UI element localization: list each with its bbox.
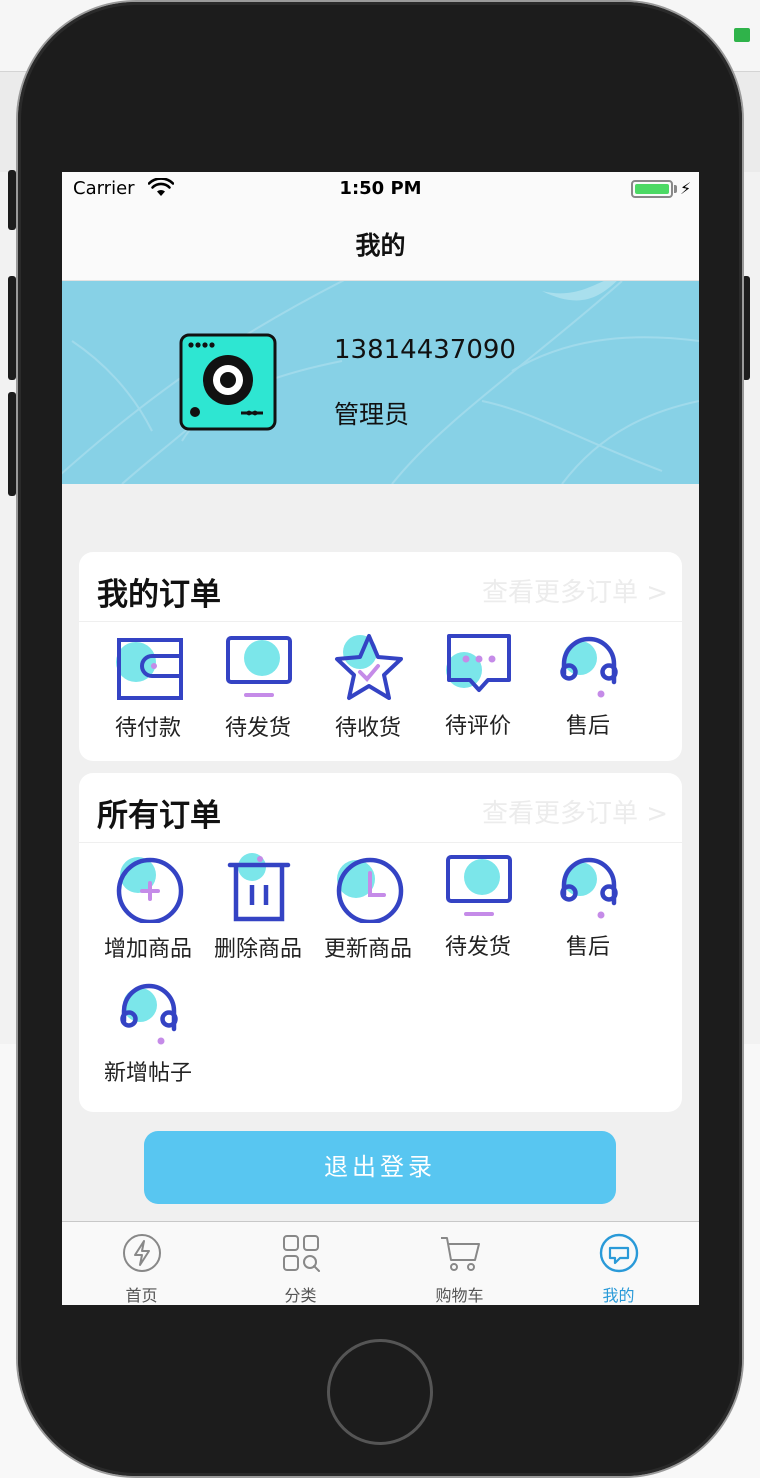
add-product-item[interactable]: 增加商品 (93, 845, 203, 965)
my-orders-card: 我的订单 查看更多订单 > 待付款 待发货 待收货 待评价 售后 (79, 552, 682, 761)
trash-icon (227, 853, 291, 922)
view-more-orders-link[interactable]: 查看更多订单 > (482, 793, 668, 830)
chat-bubble-icon (446, 634, 511, 692)
my-orders-header: 我的订单 查看更多订单 > (79, 552, 682, 622)
clock-icon (336, 857, 404, 923)
order-status-label: 售后 (565, 714, 610, 739)
order-status-after-sales[interactable]: 售后 (533, 622, 643, 742)
tab-label: 分类 (284, 1286, 317, 1305)
update-product-item[interactable]: 更新商品 (313, 845, 423, 965)
order-status-pending-receipt[interactable]: 待收货 (313, 624, 423, 744)
navigation-bar: 我的 (62, 208, 699, 281)
volume-down-button (8, 392, 16, 496)
after-sales-item[interactable]: 售后 (533, 843, 643, 963)
status-time: 1:50 PM (339, 178, 422, 199)
app-screen: Carrier 1:50 PM ⚡ 我的 13814437090 管理员 我的订… (62, 172, 699, 1305)
mute-switch (8, 170, 16, 230)
profile-chat-icon (599, 1233, 639, 1273)
order-status-pending-payment[interactable]: 待付款 (93, 624, 203, 744)
cart-icon (441, 1237, 480, 1271)
monitor-icon (446, 855, 512, 916)
leaf-pattern-background (62, 281, 699, 484)
status-bar: Carrier 1:50 PM ⚡ (62, 172, 699, 208)
star-icon (335, 634, 403, 700)
monitor-icon (226, 636, 292, 697)
tab-mine[interactable]: 我的 (539, 1222, 698, 1305)
profile-banner: 13814437090 管理员 (62, 281, 699, 484)
battery-icon (631, 180, 673, 198)
tab-label: 购物车 (435, 1286, 484, 1305)
page-title: 我的 (355, 231, 406, 260)
tab-home[interactable]: 首页 (62, 1222, 221, 1305)
order-status-pending-shipment[interactable]: 待发货 (203, 624, 313, 744)
avatar (179, 333, 277, 431)
tab-category[interactable]: 分类 (221, 1222, 380, 1305)
power-button (742, 276, 750, 380)
user-role: 管理员 (334, 400, 410, 429)
wallet-icon (116, 638, 183, 700)
tab-label: 我的 (602, 1286, 635, 1305)
logout-button[interactable]: 退出登录 (144, 1131, 616, 1204)
tab-bar: 首页 分类 购物车 我的 (62, 1221, 699, 1305)
plus-circle-icon (116, 857, 184, 923)
category-grid-icon (283, 1235, 320, 1272)
view-more-orders-link[interactable]: 查看更多订单 > (482, 572, 668, 609)
all-orders-card: 所有订单 查看更多订单 > 增加商品 删除商品 更新商品 待发货 售后 新增帖子 (79, 773, 682, 1112)
headset-icon (120, 983, 178, 1045)
charging-bolt-icon: ⚡ (680, 179, 692, 198)
lock-icon (734, 28, 750, 42)
all-orders-header: 所有订单 查看更多订单 > (79, 773, 682, 843)
user-phone-number: 13814437090 (334, 335, 516, 365)
battery-tip (674, 185, 677, 193)
headset-icon (560, 636, 618, 698)
delete-product-item[interactable]: 删除商品 (203, 845, 313, 965)
volume-up-button (8, 276, 16, 380)
all-orders-title: 所有订单 (97, 798, 221, 834)
action-label: 售后 (565, 935, 610, 960)
home-button[interactable] (327, 1339, 433, 1445)
lightning-icon (123, 1234, 161, 1272)
my-orders-title: 我的订单 (97, 577, 221, 613)
tab-cart[interactable]: 购物车 (380, 1222, 539, 1305)
order-status-pending-review[interactable]: 待评价 (423, 622, 533, 742)
pending-shipment-item[interactable]: 待发货 (423, 843, 533, 963)
action-label: 新增帖子 (103, 1061, 192, 1086)
new-post-item[interactable]: 新增帖子 (93, 969, 203, 1089)
headset-icon (560, 857, 618, 919)
tab-label: 首页 (125, 1286, 158, 1305)
